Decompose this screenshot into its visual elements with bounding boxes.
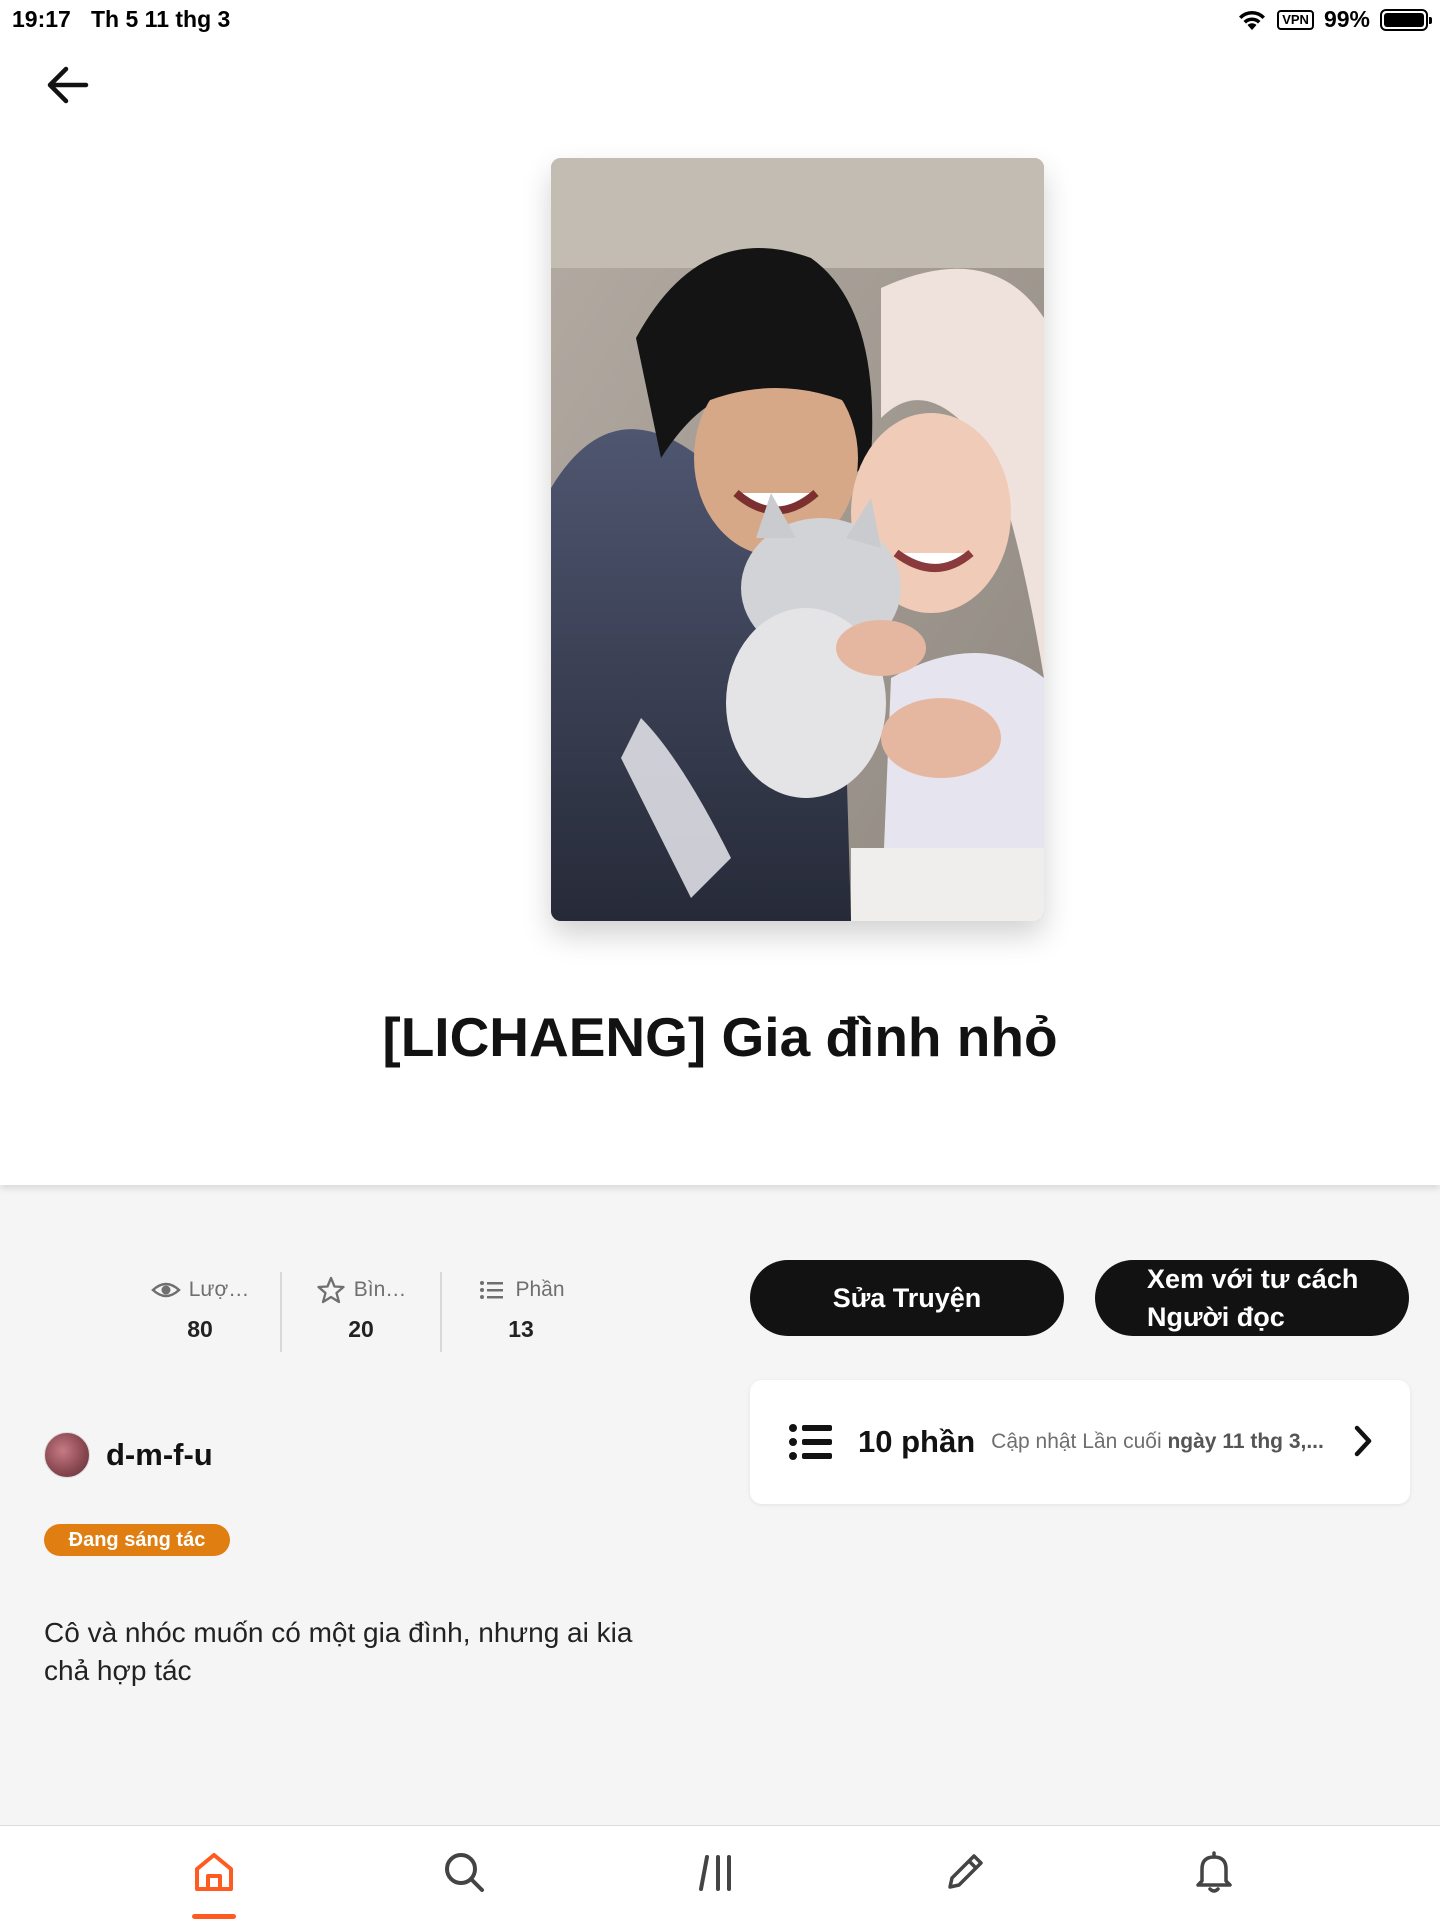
story-description: Cô và nhóc muốn có một gia đình, nhưng a… [44,1617,633,1686]
status-indicators: VPN 99% [1237,6,1432,33]
stat-label: Lượ… [188,1278,250,1301]
tab-home[interactable] [184,1844,244,1900]
battery-icon [1380,8,1432,31]
stat-label: Phần [515,1278,565,1301]
author-link[interactable]: d-m-f-u [44,1432,213,1478]
vpn-badge: VPN [1277,9,1314,30]
tab-write[interactable] [935,1844,995,1900]
stat-parts: Phần 13 [440,1272,600,1352]
status-bar: 19:17 Th 5 11 thg 3 VPN 99% [0,0,1440,40]
avatar [44,1432,90,1478]
list-icon [480,1281,504,1299]
active-tab-indicator [192,1914,236,1919]
stat-label: Bìn… [353,1278,407,1301]
battery-percent: 99% [1323,6,1370,32]
chevron-right-icon [1354,1425,1372,1457]
search-icon [445,1853,484,1892]
list-icon [789,1424,832,1460]
status-badge: Đang sáng tác [44,1524,230,1556]
table-of-contents-card[interactable]: 10 phần Cập nhật Lần cuối ngày 11 thg 3,… [750,1380,1410,1504]
story-title: [LICHAENG] Gia đình nhỏ [382,1006,1058,1068]
eye-icon [150,1282,181,1298]
library-icon [699,1855,731,1891]
cover-photo [551,158,1044,921]
home-icon [195,1853,233,1891]
view-as-reader-label-line2: Người đọc [1147,1302,1285,1332]
view-as-reader-label-line1: Xem với tư cách [1147,1264,1359,1294]
story-cover-image[interactable] [551,158,1044,921]
star-icon [317,1276,345,1304]
tab-notifications[interactable] [1184,1844,1244,1900]
tab-library[interactable] [687,1844,747,1900]
parts-count: 10 phần [858,1424,976,1459]
edit-story-button[interactable]: Sửa Truyện [750,1260,1064,1336]
stat-value: 20 [348,1316,374,1342]
wifi-icon [1239,10,1266,30]
bottom-tab-bar [0,1825,1440,1920]
story-stats: Lượ… 80 Bìn… 20 Phần 13 [120,1272,600,1352]
view-as-reader-button[interactable]: Xem với tư cách Người đọc [1095,1260,1409,1336]
stat-value: 13 [508,1316,534,1342]
tab-search[interactable] [434,1844,494,1900]
back-button[interactable] [38,58,98,112]
parts-last-updated: Cập nhật Lần cuối ngày 11 thg 3,... [991,1430,1324,1453]
author-name: d-m-f-u [106,1437,213,1472]
bell-icon [1196,1851,1232,1893]
stat-value: 80 [187,1316,213,1342]
status-time: 19:17 [12,6,71,32]
arrow-left-icon [47,66,89,104]
stat-votes: Bìn… 20 [280,1272,440,1352]
pencil-icon [948,1854,983,1889]
stat-reads: Lượ… 80 [120,1272,280,1352]
story-header: 19:17 Th 5 11 thg 3 VPN 99% [LICHAENG] G… [0,0,1440,1185]
status-date: Th 5 11 thg 3 [91,6,231,32]
